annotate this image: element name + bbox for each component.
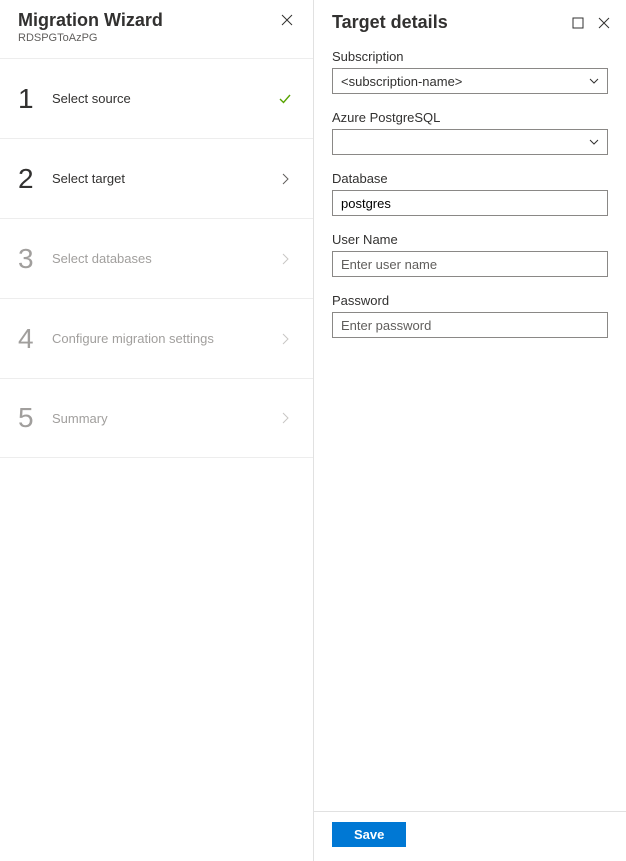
close-icon [281,14,293,26]
step-num: 4 [18,323,52,355]
step-num: 3 [18,243,52,275]
subscription-select[interactable]: <subscription-name> [332,68,608,94]
details-footer: Save [314,811,626,861]
azurepg-select[interactable] [332,129,608,155]
field-database: Database [332,171,608,216]
step-select-target[interactable]: 2 Select target [0,138,313,218]
details-panel: Target details Subscription <subscriptio… [314,0,626,861]
step-label: Select source [52,91,275,106]
details-close-button[interactable] [596,15,612,31]
close-icon [598,17,610,29]
field-subscription: Subscription <subscription-name> [332,49,608,94]
step-label: Configure migration settings [52,331,275,346]
wizard-subtitle: RDSPGToAzPG [18,32,163,44]
chevron-down-icon [589,78,599,84]
step-num: 2 [18,163,52,195]
step-summary[interactable]: 5 Summary [0,378,313,458]
username-label: User Name [332,232,608,247]
azurepg-label: Azure PostgreSQL [332,110,608,125]
field-azure-postgresql: Azure PostgreSQL [332,110,608,155]
step-num: 1 [18,83,52,115]
password-input[interactable] [332,312,608,338]
details-header: Target details [314,0,626,41]
step-label: Select databases [52,251,275,266]
maximize-icon [572,17,584,29]
username-input[interactable] [332,251,608,277]
wizard-panel: Migration Wizard RDSPGToAzPG 1 Select so… [0,0,314,861]
wizard-steps: 1 Select source 2 Select target 3 Select… [0,58,313,458]
wizard-title: Migration Wizard [18,10,163,31]
chevron-right-icon [275,253,295,265]
password-label: Password [332,293,608,308]
step-num: 5 [18,402,52,434]
step-label: Summary [52,411,275,426]
wizard-close-button[interactable] [277,10,297,30]
step-configure-migration[interactable]: 4 Configure migration settings [0,298,313,378]
field-username: User Name [332,232,608,277]
details-form: Subscription <subscription-name> Azure P… [314,41,626,811]
wizard-header: Migration Wizard RDSPGToAzPG [0,0,313,50]
step-select-source[interactable]: 1 Select source [0,58,313,138]
step-label: Select target [52,171,275,186]
chevron-right-icon [275,333,295,345]
subscription-label: Subscription [332,49,608,64]
chevron-down-icon [589,139,599,145]
maximize-button[interactable] [570,15,586,31]
details-title: Target details [332,12,448,33]
checkmark-icon [275,92,295,106]
step-select-databases[interactable]: 3 Select databases [0,218,313,298]
database-input[interactable] [332,190,608,216]
chevron-right-icon [275,412,295,424]
save-button[interactable]: Save [332,822,406,847]
field-password: Password [332,293,608,338]
database-label: Database [332,171,608,186]
chevron-right-icon [275,173,295,185]
subscription-value: <subscription-name> [341,74,462,89]
